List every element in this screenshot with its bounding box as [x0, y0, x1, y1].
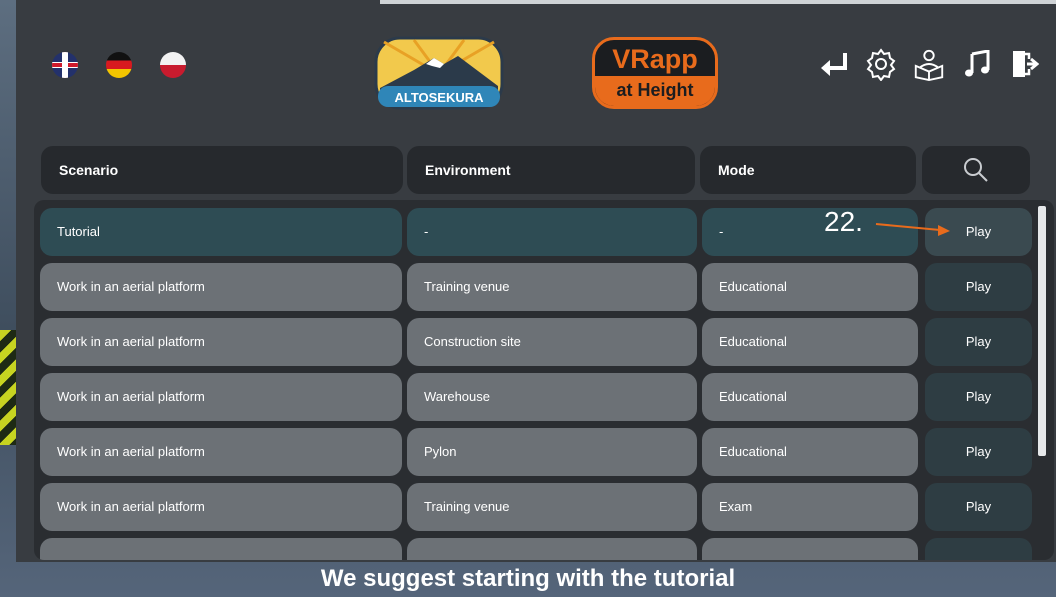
environment-cell[interactable]: Warehouse: [407, 373, 697, 421]
altosekura-logo: ALTOSEKURA: [374, 36, 504, 110]
scenario-cell[interactable]: Work in an aerial platform: [40, 318, 402, 366]
window-edge: [380, 0, 1056, 4]
play-button[interactable]: Play: [925, 428, 1032, 476]
scenario-cell[interactable]: Work in an aerial platform: [40, 428, 402, 476]
annotation-label: 22.: [824, 206, 863, 237]
search-button[interactable]: [922, 146, 1030, 194]
vrapp-logo-title: VRapp: [612, 44, 698, 74]
environment-cell[interactable]: [407, 538, 697, 560]
scenario-cell[interactable]: Tutorial: [40, 208, 402, 256]
environment-cell[interactable]: Pylon: [407, 428, 697, 476]
scenario-cell[interactable]: Work in an aerial platform: [40, 483, 402, 531]
play-button[interactable]: Play: [925, 373, 1032, 421]
play-button[interactable]: Play: [925, 483, 1032, 531]
user-manual-icon[interactable]: [912, 44, 946, 84]
toolbar: [816, 44, 1042, 84]
language-selector: [52, 52, 186, 78]
play-button[interactable]: Play: [925, 263, 1032, 311]
poland-flag-icon[interactable]: [160, 52, 186, 78]
vrapp-logo: VRapp at Height: [592, 37, 718, 109]
altosekura-logo-text: ALTOSEKURA: [394, 90, 484, 105]
mode-cell[interactable]: Educational: [702, 263, 918, 311]
search-icon: [964, 158, 988, 182]
environment-cell[interactable]: Training venue: [407, 483, 697, 531]
scenario-cell[interactable]: [40, 538, 402, 560]
exit-icon[interactable]: [1008, 44, 1042, 84]
play-button[interactable]: Play: [925, 318, 1032, 366]
column-header-mode[interactable]: Mode: [700, 146, 916, 194]
scenario-cell[interactable]: Work in an aerial platform: [40, 263, 402, 311]
annotation-arrow: [875, 223, 950, 236]
scenario-list[interactable]: Tutorial - - Play Work in an aerial plat…: [34, 200, 1054, 560]
settings-icon[interactable]: [864, 44, 898, 84]
return-icon[interactable]: [816, 44, 850, 84]
environment-cell[interactable]: Construction site: [407, 318, 697, 366]
column-header-scenario[interactable]: Scenario: [41, 146, 403, 194]
scrollbar[interactable]: [1038, 206, 1046, 456]
germany-flag-icon[interactable]: [106, 52, 132, 78]
mode-cell[interactable]: Educational: [702, 318, 918, 366]
vrapp-logo-subtitle: at Height: [595, 76, 715, 106]
play-button[interactable]: [925, 538, 1032, 560]
uk-flag-icon[interactable]: [52, 52, 78, 78]
mode-cell[interactable]: Educational: [702, 428, 918, 476]
environment-cell[interactable]: -: [407, 208, 697, 256]
music-icon[interactable]: [960, 44, 994, 84]
scenario-cell[interactable]: Work in an aerial platform: [40, 373, 402, 421]
mode-cell[interactable]: Educational: [702, 373, 918, 421]
environment-cell[interactable]: Training venue: [407, 263, 697, 311]
footer-hint: We suggest starting with the tutorial: [320, 565, 736, 592]
mode-cell[interactable]: Exam: [702, 483, 918, 531]
mode-cell[interactable]: [702, 538, 918, 560]
column-header-environment[interactable]: Environment: [407, 146, 695, 194]
